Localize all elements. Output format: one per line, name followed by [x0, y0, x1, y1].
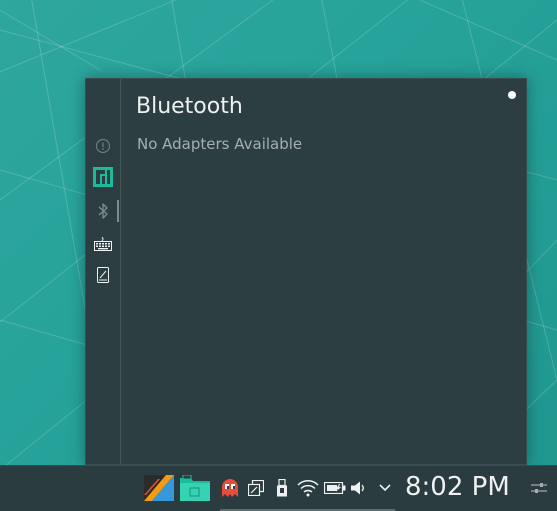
notifications-icon[interactable]	[94, 137, 112, 155]
wifi-icon[interactable]	[297, 474, 319, 502]
applet-side-rail	[86, 79, 121, 464]
popup-title: Bluetooth	[136, 94, 243, 119]
expand-tray-icon[interactable]	[376, 474, 394, 502]
keyboard-icon[interactable]	[94, 235, 112, 253]
panel-settings-icon[interactable]	[530, 474, 548, 502]
battery-icon[interactable]	[323, 474, 347, 502]
device-notifier-icon[interactable]	[94, 266, 112, 284]
desktop-background: Bluetooth No Adapters Available 8:02 PM	[0, 0, 557, 511]
adapter-status-text: No Adapters Available	[137, 135, 303, 153]
usb-device-icon[interactable]	[273, 474, 291, 502]
ghost-app-icon[interactable]	[220, 474, 240, 502]
bluetooth-icon[interactable]	[94, 202, 112, 220]
file-manager-icon[interactable]	[180, 474, 210, 502]
volume-icon[interactable]	[350, 474, 368, 502]
digital-clock[interactable]: 8:02 PM	[405, 472, 510, 502]
bluetooth-popup: Bluetooth No Adapters Available	[85, 78, 527, 465]
active-applet-indicator	[117, 200, 119, 222]
app-launcher-icon[interactable]	[143, 474, 175, 502]
manjaro-logo-icon[interactable]	[93, 167, 113, 187]
bottom-panel: 8:02 PM	[0, 465, 557, 511]
clipboard-icon[interactable]	[247, 474, 265, 502]
pin-popup-button[interactable]	[508, 91, 516, 99]
